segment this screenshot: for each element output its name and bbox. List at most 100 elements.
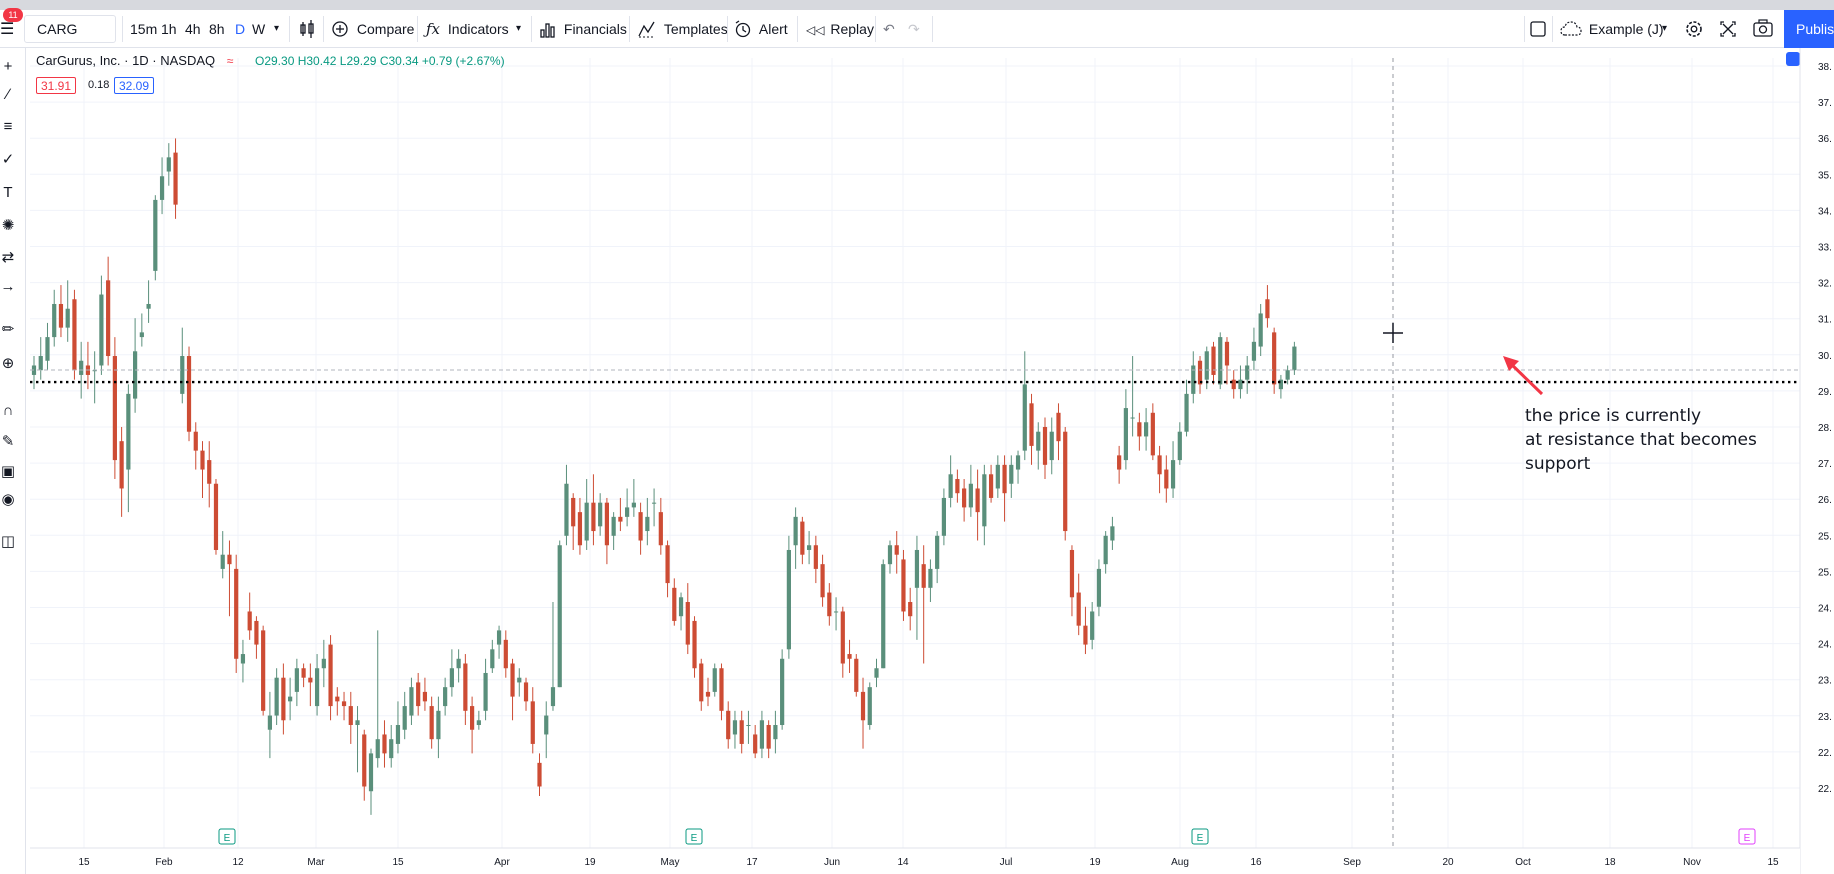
camera-icon[interactable]	[1753, 10, 1773, 48]
candle	[611, 512, 616, 550]
candle	[207, 441, 212, 508]
candle-body	[422, 691, 428, 702]
candle-body	[860, 691, 866, 721]
chart-legend: CarGurus, Inc. · 1D · NASDAQ ≈ O29.30 H3…	[36, 53, 505, 68]
y-tick-label: 27.	[1818, 459, 1832, 470]
candle	[1069, 545, 1075, 617]
indicators-dropdown-icon[interactable]: ▾	[516, 10, 521, 48]
candle	[382, 720, 387, 768]
candle-body	[1042, 426, 1048, 465]
candle	[126, 384, 131, 513]
candle	[705, 677, 711, 707]
earnings-event-label: E	[1197, 833, 1204, 844]
candle	[31, 356, 37, 390]
interval-15m[interactable]: 15m	[130, 10, 157, 48]
alert-button[interactable]: Alert	[734, 10, 788, 48]
candle	[1211, 341, 1216, 385]
candle-body	[38, 356, 43, 371]
financials-button[interactable]: Financials	[540, 10, 627, 48]
candle-body	[759, 720, 765, 749]
legend-low: L29.29	[339, 54, 377, 68]
templates-button[interactable]: Templates	[638, 10, 728, 48]
alert-label: Alert	[758, 21, 788, 37]
divider	[797, 16, 798, 42]
ask-price-box[interactable]: 32.09	[114, 77, 155, 94]
candle-body	[881, 564, 886, 669]
candle-body	[1015, 455, 1021, 470]
candle-body	[968, 483, 973, 508]
layout-dropdown-icon[interactable]: ▾	[1662, 10, 1667, 48]
fullscreen-icon[interactable]	[1719, 10, 1737, 48]
candle-body	[52, 303, 57, 338]
interval-1h[interactable]: 1h	[161, 10, 177, 48]
candle	[166, 143, 171, 186]
candle-body	[564, 483, 569, 536]
candle	[874, 658, 879, 688]
candle-body	[1272, 332, 1277, 385]
candle	[726, 701, 731, 749]
candle-body	[1096, 568, 1102, 607]
bid-price-box[interactable]: 31.91	[36, 77, 77, 94]
candle	[1110, 516, 1115, 550]
indicators-button[interactable]: ƒx Indicators	[426, 10, 509, 48]
candle-body	[1069, 549, 1075, 598]
interval-d[interactable]: D	[235, 10, 245, 48]
candle	[1251, 327, 1257, 371]
x-tick-label: 17	[746, 857, 758, 868]
compare-button[interactable]: Compare	[331, 10, 414, 48]
layout-button[interactable]: Example (J)	[1560, 10, 1664, 48]
candle	[685, 583, 690, 655]
candle	[200, 441, 205, 498]
replay-button[interactable]: ◁◁ Replay	[806, 10, 874, 48]
candle-body	[1251, 341, 1257, 361]
candle	[72, 289, 77, 380]
candle-body	[220, 554, 225, 569]
candle	[240, 639, 246, 683]
divider	[1552, 16, 1553, 42]
rewind-icon: ◁◁	[806, 23, 825, 37]
undo-icon[interactable]: ↶	[883, 10, 895, 48]
layout-label: Example (J)	[1588, 21, 1664, 37]
candle-body	[146, 303, 151, 309]
square-toggle-icon[interactable]	[1529, 10, 1547, 48]
legend-close: C30.34	[379, 54, 419, 68]
gear-icon[interactable]	[1684, 10, 1704, 48]
candle-body	[72, 299, 77, 371]
plus-circle-icon	[332, 21, 348, 37]
candle-body	[1265, 299, 1270, 319]
candle	[591, 474, 596, 546]
indicators-label: Indicators	[447, 21, 509, 37]
menu-icon[interactable]: ☰	[0, 22, 14, 38]
intervals-dropdown-icon[interactable]: ▾	[274, 10, 279, 48]
candle	[65, 280, 70, 342]
x-tick-label: Oct	[1515, 857, 1531, 868]
annotation-text[interactable]: the price is currently at resistance tha…	[1525, 404, 1757, 476]
interval-8h[interactable]: 8h	[209, 10, 225, 48]
redo-icon[interactable]: ↷	[908, 10, 920, 48]
interval-4h[interactable]: 4h	[185, 10, 201, 48]
candle-body	[611, 516, 616, 536]
candle-body	[550, 687, 556, 707]
candle	[328, 635, 333, 721]
candle	[1009, 455, 1014, 498]
candle-body	[1218, 337, 1223, 385]
candle-body	[355, 720, 360, 726]
candle-body	[368, 753, 374, 792]
interval-w[interactable]: W	[252, 10, 265, 48]
candle-body	[598, 502, 603, 527]
candles	[31, 138, 1297, 815]
candle	[106, 256, 111, 366]
chart-type-icon[interactable]	[298, 10, 316, 48]
source-icon[interactable]: ≈	[227, 54, 234, 68]
candle-body	[813, 545, 818, 569]
publish-button[interactable]: Publish	[1784, 10, 1834, 48]
candle-body	[645, 516, 650, 532]
candle	[1137, 412, 1142, 451]
candle	[503, 630, 508, 678]
candle-body	[1022, 384, 1027, 451]
candle	[234, 554, 239, 673]
symbol-search-input[interactable]: CARG	[24, 15, 116, 43]
candle-body	[530, 701, 535, 744]
red-arrow-shaft	[1507, 360, 1544, 396]
candle	[476, 710, 481, 730]
